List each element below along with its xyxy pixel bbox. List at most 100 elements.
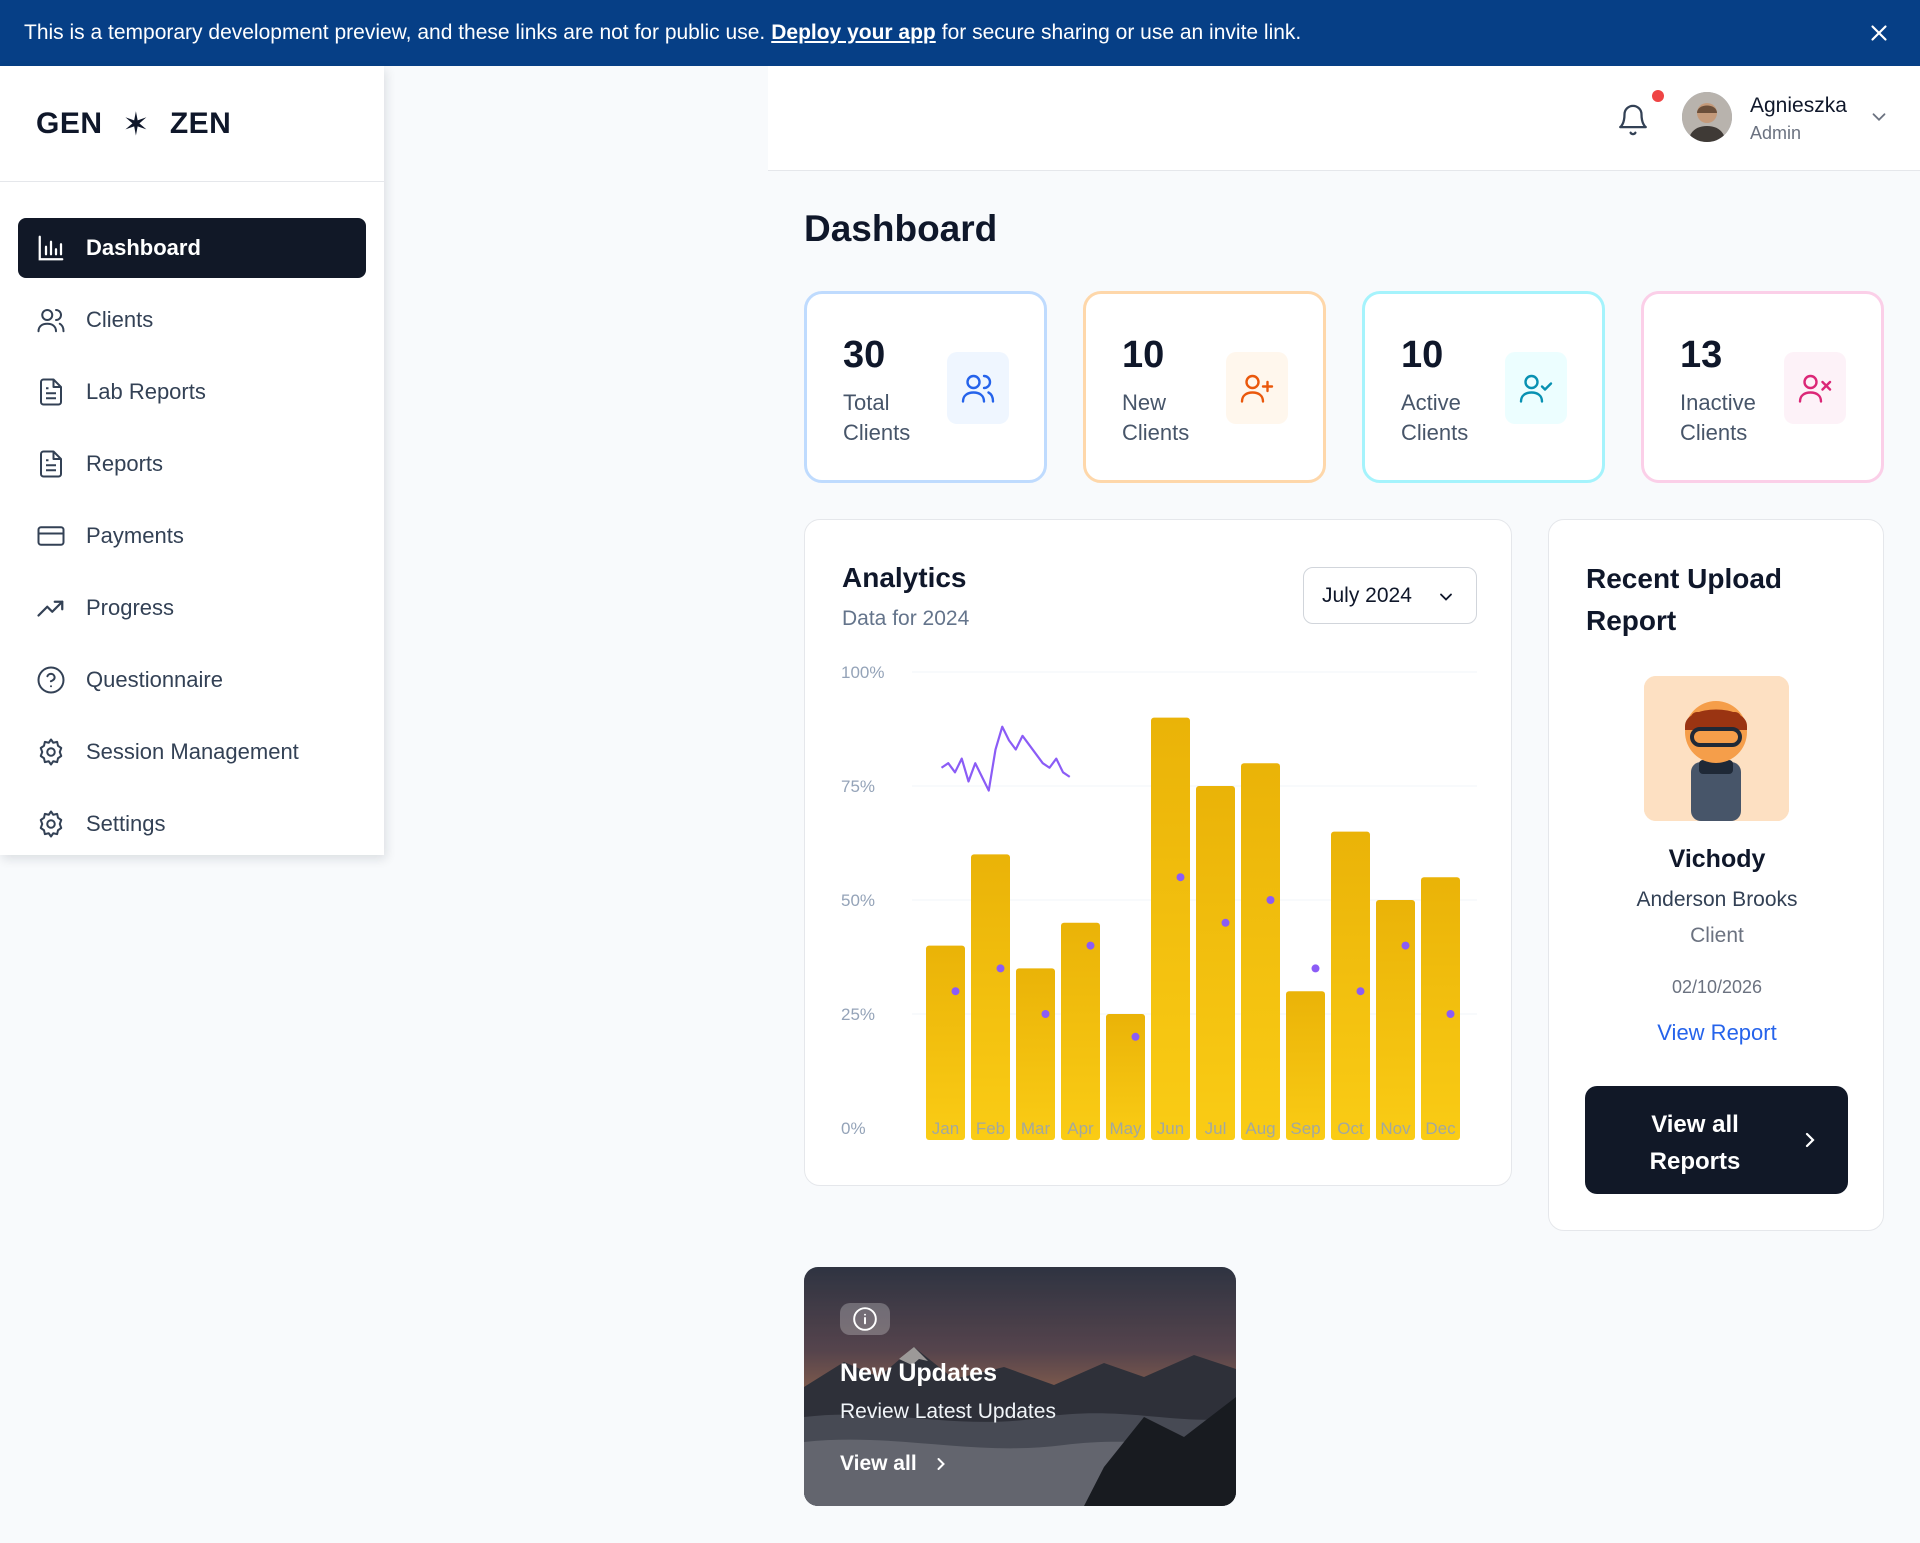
stat-label: Inactive Clients xyxy=(1680,390,1756,445)
bar-dec xyxy=(1421,877,1460,1140)
chevron-down-icon[interactable] xyxy=(1868,106,1890,128)
banner-text: This is a temporary development preview,… xyxy=(24,21,766,44)
sidebar-item-label: Progress xyxy=(86,595,175,620)
dev-preview-banner: This is a temporary development preview,… xyxy=(0,0,1920,66)
stat-icon-box xyxy=(947,352,1009,424)
sidebar-item-label: Reports xyxy=(86,451,164,476)
stat-icon-box xyxy=(1505,352,1567,424)
file-text-icon xyxy=(40,378,62,406)
client-avatar-illustration xyxy=(1644,676,1789,821)
sidebar-item-label: Lab Reports xyxy=(86,379,206,404)
bar-mar xyxy=(1016,968,1055,1140)
bar-feb xyxy=(971,854,1010,1140)
chevron-down-icon xyxy=(1440,593,1452,601)
x-tick-label: Sep xyxy=(1290,1119,1320,1138)
x-tick-label: Aug xyxy=(1245,1119,1275,1138)
sidebar-item-label: Dashboard xyxy=(86,235,201,260)
scatter-point xyxy=(1221,918,1230,927)
scatter-point xyxy=(1311,964,1320,973)
month-select[interactable]: July 2024 xyxy=(1303,567,1477,624)
x-tick-label: May xyxy=(1109,1119,1142,1138)
trending-up-icon xyxy=(37,600,64,617)
sidebar-item-label: Payments xyxy=(86,523,184,548)
sidebar-item-dashboard[interactable]: Dashboard xyxy=(18,218,366,278)
banner-text-after: for secure sharing or use an invite link… xyxy=(941,21,1302,44)
stat-card-total-clients[interactable]: 30 Total Clients xyxy=(804,291,1047,483)
bar-chart-icon xyxy=(38,235,64,261)
sidebar-item-settings[interactable]: Settings xyxy=(18,794,366,854)
recent-upload-title: Recent Upload Report xyxy=(1586,563,1783,636)
bar-oct xyxy=(1331,831,1370,1140)
user-check-icon xyxy=(1519,374,1553,403)
x-tick-label: Mar xyxy=(1021,1119,1051,1138)
view-report-link[interactable]: View Report xyxy=(1549,1020,1885,1046)
sidebar-item-questionnaire[interactable]: Questionnaire xyxy=(18,650,366,710)
logo-right: ZEN xyxy=(169,106,232,140)
sidebar-item-clients[interactable]: Clients xyxy=(18,290,366,350)
view-all-reports-label: View all Reports xyxy=(1649,1111,1741,1175)
x-tick-label: Jan xyxy=(932,1119,959,1138)
sidebar-item-label: Clients xyxy=(86,307,154,332)
stat-card-active-clients[interactable]: 10 Active Clients xyxy=(1362,291,1605,483)
upload-date: 02/10/2026 xyxy=(1671,977,1763,997)
info-badge xyxy=(840,1303,890,1335)
view-all-reports-button[interactable]: View all Reports xyxy=(1585,1086,1848,1194)
stat-value: 13 xyxy=(1680,334,1723,376)
new-updates-card[interactable]: New Updates Review Latest Updates View a… xyxy=(804,1267,1236,1506)
scatter-point xyxy=(1041,1010,1050,1018)
sidebar-item-payments[interactable]: Payments xyxy=(18,506,366,566)
bar-nov xyxy=(1376,900,1415,1140)
close-icon[interactable] xyxy=(1866,20,1892,46)
page-title: Dashboard xyxy=(804,208,998,249)
chevron-right-icon xyxy=(937,1458,945,1470)
credit-card-icon xyxy=(37,526,65,546)
bar-jan xyxy=(926,945,965,1140)
gear-icon xyxy=(39,738,63,766)
scatter-point xyxy=(996,964,1005,973)
stat-value: 10 xyxy=(1122,334,1165,376)
analytics-card: 0% 25% 50% 75% 100% Jan Feb Mar Apr May Jun Jul Aug S… xyxy=(804,519,1512,1186)
sidebar: GEN ✶ ZEN Dashboard Clients Lab Reports … xyxy=(0,66,384,855)
stat-card-inactive-clients[interactable]: 13 Inactive Clients xyxy=(1641,291,1884,483)
deploy-app-link[interactable]: Deploy your app xyxy=(771,21,936,45)
y-tick-label: 100% xyxy=(841,663,884,682)
user-name: Agnieszka xyxy=(1750,94,1847,117)
view-all-updates-link[interactable]: View all xyxy=(840,1452,951,1476)
user-x-icon xyxy=(1798,374,1832,403)
sidebar-item-reports[interactable]: Reports xyxy=(18,434,366,494)
users-icon xyxy=(37,309,65,333)
sidebar-item-session-management[interactable]: Session Management xyxy=(18,722,366,782)
users-icon xyxy=(961,374,995,403)
sidebar-item-label: Settings xyxy=(86,811,166,836)
scatter-point xyxy=(1446,1010,1455,1018)
view-all-label: View all xyxy=(840,1452,917,1475)
x-tick-label: Apr xyxy=(1067,1119,1094,1138)
recent-upload-card: Recent Upload Report Vichody Anderson Br… xyxy=(1548,519,1884,1231)
updates-subtitle: Review Latest Updates xyxy=(840,1400,1056,1423)
logo[interactable]: GEN ✶ ZEN xyxy=(0,66,384,182)
scatter-point xyxy=(1356,987,1365,996)
x-tick-label: Oct xyxy=(1337,1119,1364,1138)
bar-sep xyxy=(1286,991,1325,1140)
avatar[interactable] xyxy=(1682,92,1732,142)
stat-value: 30 xyxy=(843,334,886,376)
bar-jul xyxy=(1196,786,1235,1140)
user-role: Admin xyxy=(1750,123,1802,143)
sidebar-item-progress[interactable]: Progress xyxy=(18,578,366,638)
chevron-right-icon xyxy=(1805,1132,1815,1148)
stat-card-new-clients[interactable]: 10 New Clients xyxy=(1083,291,1326,483)
file-text-icon xyxy=(40,450,62,478)
scatter-point xyxy=(1401,941,1410,950)
stat-value: 10 xyxy=(1401,334,1444,376)
info-icon xyxy=(853,1307,877,1331)
y-tick-label: 25% xyxy=(841,1005,875,1024)
user-plus-icon xyxy=(1240,374,1274,403)
bell-icon[interactable] xyxy=(1616,102,1650,138)
month-select-value: July 2024 xyxy=(1322,583,1412,607)
notification-dot xyxy=(1652,90,1664,102)
stat-icon-box xyxy=(1226,352,1288,424)
analytics-title: Analytics xyxy=(842,562,967,593)
trend-line xyxy=(940,725,1071,792)
sidebar-item-lab-reports[interactable]: Lab Reports xyxy=(18,362,366,422)
stat-label: Total Clients xyxy=(843,390,911,445)
